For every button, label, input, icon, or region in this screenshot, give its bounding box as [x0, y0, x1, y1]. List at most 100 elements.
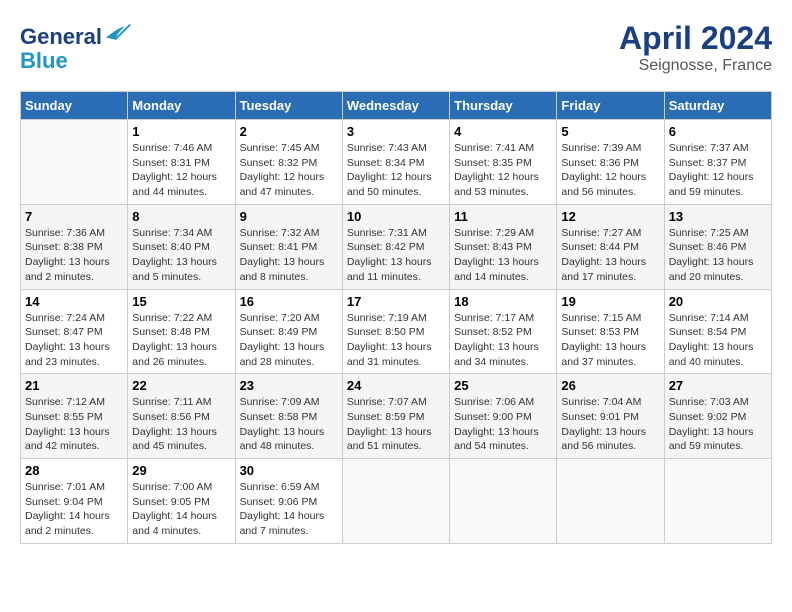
day-info: Sunrise: 7:34 AMSunset: 8:40 PMDaylight:…: [132, 226, 230, 285]
day-number: 7: [25, 209, 123, 224]
calendar-cell: 18 Sunrise: 7:17 AMSunset: 8:52 PMDayligh…: [450, 289, 557, 374]
day-number: 30: [240, 463, 338, 478]
calendar-cell: 20Sunrise: 7:14 AMSunset: 8:54 PMDayligh…: [664, 289, 771, 374]
month-year-title: April 2024: [619, 20, 772, 57]
calendar-cell: 6 Sunrise: 7:37 AMSunset: 8:37 PMDaylight…: [664, 120, 771, 205]
calendar-cell: 23Sunrise: 7:09 AMSunset: 8:58 PMDayligh…: [235, 374, 342, 459]
calendar-cell: 27 Sunrise: 7:03 AMSunset: 9:02 PMDayligh…: [664, 374, 771, 459]
calendar-cell: 24Sunrise: 7:07 AMSunset: 8:59 PMDayligh…: [342, 374, 449, 459]
day-number: 27: [669, 378, 767, 393]
day-number: 14: [25, 294, 123, 309]
day-number: 13: [669, 209, 767, 224]
day-number: 23: [240, 378, 338, 393]
day-info: Sunrise: 7:14 AMSunset: 8:54 PMDaylight:…: [669, 311, 767, 370]
day-number: 11: [454, 209, 552, 224]
day-info: Sunrise: 7:03 AMSunset: 9:02 PMDaylight:…: [669, 395, 767, 454]
logo-blue-text: Blue: [20, 49, 132, 73]
day-info: Sunrise: 7:32 AMSunset: 8:41 PMDaylight:…: [240, 226, 338, 285]
calendar-cell: 8 Sunrise: 7:34 AMSunset: 8:40 PMDaylight…: [128, 204, 235, 289]
day-header-wednesday: Wednesday: [342, 92, 449, 120]
title-block: April 2024 Seignosse, France: [619, 20, 772, 75]
location-subtitle: Seignosse, France: [619, 57, 772, 75]
calendar-header: SundayMondayTuesdayWednesdayThursdayFrid…: [21, 92, 772, 120]
day-number: 21: [25, 378, 123, 393]
calendar-cell: 16 Sunrise: 7:20 AMSunset: 8:49 PMDayligh…: [235, 289, 342, 374]
day-info: Sunrise: 7:37 AMSunset: 8:37 PMDaylight:…: [669, 141, 767, 200]
day-number: 8: [132, 209, 230, 224]
day-info: Sunrise: 7:46 AMSunset: 8:31 PMDaylight:…: [132, 141, 230, 200]
calendar-cell: [664, 459, 771, 544]
day-info: Sunrise: 6:59 AMSunset: 9:06 PMDaylight:…: [240, 480, 338, 539]
day-info: Sunrise: 7:24 AMSunset: 8:47 PMDaylight:…: [25, 311, 123, 370]
logo-bird-icon: [104, 20, 132, 44]
calendar-week-row: 1Sunrise: 7:46 AMSunset: 8:31 PMDaylight…: [21, 120, 772, 205]
calendar-cell: 14 Sunrise: 7:24 AMSunset: 8:47 PMDayligh…: [21, 289, 128, 374]
calendar-week-row: 7 Sunrise: 7:36 AMSunset: 8:38 PMDaylight…: [21, 204, 772, 289]
day-header-thursday: Thursday: [450, 92, 557, 120]
calendar-cell: 7 Sunrise: 7:36 AMSunset: 8:38 PMDaylight…: [21, 204, 128, 289]
calendar-cell: 11 Sunrise: 7:29 AMSunset: 8:43 PMDayligh…: [450, 204, 557, 289]
calendar-cell: 13 Sunrise: 7:25 AMSunset: 8:46 PMDayligh…: [664, 204, 771, 289]
calendar-cell: 5Sunrise: 7:39 AMSunset: 8:36 PMDaylight…: [557, 120, 664, 205]
day-info: Sunrise: 7:25 AMSunset: 8:46 PMDaylight:…: [669, 226, 767, 285]
calendar-cell: [557, 459, 664, 544]
day-number: 10: [347, 209, 445, 224]
calendar-cell: 15 Sunrise: 7:22 AMSunset: 8:48 PMDayligh…: [128, 289, 235, 374]
day-info: Sunrise: 7:43 AMSunset: 8:34 PMDaylight:…: [347, 141, 445, 200]
calendar-cell: 1Sunrise: 7:46 AMSunset: 8:31 PMDaylight…: [128, 120, 235, 205]
calendar-body: 1Sunrise: 7:46 AMSunset: 8:31 PMDaylight…: [21, 120, 772, 544]
day-number: 28: [25, 463, 123, 478]
day-number: 6: [669, 124, 767, 139]
day-info: Sunrise: 7:01 AMSunset: 9:04 PMDaylight:…: [25, 480, 123, 539]
calendar-cell: [21, 120, 128, 205]
day-info: Sunrise: 7:04 AMSunset: 9:01 PMDaylight:…: [561, 395, 659, 454]
day-number: 18: [454, 294, 552, 309]
calendar-cell: [450, 459, 557, 544]
logo-text: General: [20, 20, 132, 49]
day-number: 17: [347, 294, 445, 309]
calendar-week-row: 14 Sunrise: 7:24 AMSunset: 8:47 PMDayligh…: [21, 289, 772, 374]
day-info: Sunrise: 7:41 AMSunset: 8:35 PMDaylight:…: [454, 141, 552, 200]
calendar-cell: 10Sunrise: 7:31 AMSunset: 8:42 PMDayligh…: [342, 204, 449, 289]
day-info: Sunrise: 7:00 AMSunset: 9:05 PMDaylight:…: [132, 480, 230, 539]
day-header-tuesday: Tuesday: [235, 92, 342, 120]
day-number: 3: [347, 124, 445, 139]
calendar-cell: 3 Sunrise: 7:43 AMSunset: 8:34 PMDaylight…: [342, 120, 449, 205]
day-info: Sunrise: 7:07 AMSunset: 8:59 PMDaylight:…: [347, 395, 445, 454]
day-info: Sunrise: 7:45 AMSunset: 8:32 PMDaylight:…: [240, 141, 338, 200]
calendar-cell: [342, 459, 449, 544]
calendar-cell: 29 Sunrise: 7:00 AMSunset: 9:05 PMDayligh…: [128, 459, 235, 544]
calendar-cell: 4Sunrise: 7:41 AMSunset: 8:35 PMDaylight…: [450, 120, 557, 205]
day-header-sunday: Sunday: [21, 92, 128, 120]
calendar-cell: 19 Sunrise: 7:15 AMSunset: 8:53 PMDayligh…: [557, 289, 664, 374]
page-header: General Blue April 2024 Seignosse, Franc…: [20, 20, 772, 75]
day-number: 2: [240, 124, 338, 139]
day-number: 12: [561, 209, 659, 224]
day-number: 19: [561, 294, 659, 309]
day-number: 9: [240, 209, 338, 224]
day-info: Sunrise: 7:20 AMSunset: 8:49 PMDaylight:…: [240, 311, 338, 370]
day-number: 15: [132, 294, 230, 309]
logo: General Blue: [20, 20, 132, 73]
calendar-cell: 25Sunrise: 7:06 AMSunset: 9:00 PMDayligh…: [450, 374, 557, 459]
day-info: Sunrise: 7:06 AMSunset: 9:00 PMDaylight:…: [454, 395, 552, 454]
calendar-cell: 9 Sunrise: 7:32 AMSunset: 8:41 PMDaylight…: [235, 204, 342, 289]
calendar-week-row: 28 Sunrise: 7:01 AMSunset: 9:04 PMDayligh…: [21, 459, 772, 544]
day-number: 5: [561, 124, 659, 139]
calendar-table: SundayMondayTuesdayWednesdayThursdayFrid…: [20, 91, 772, 544]
day-info: Sunrise: 7:19 AMSunset: 8:50 PMDaylight:…: [347, 311, 445, 370]
day-info: Sunrise: 7:22 AMSunset: 8:48 PMDaylight:…: [132, 311, 230, 370]
calendar-cell: 30 Sunrise: 6:59 AMSunset: 9:06 PMDayligh…: [235, 459, 342, 544]
calendar-cell: 21Sunrise: 7:12 AMSunset: 8:55 PMDayligh…: [21, 374, 128, 459]
day-header-saturday: Saturday: [664, 92, 771, 120]
day-info: Sunrise: 7:17 AMSunset: 8:52 PMDaylight:…: [454, 311, 552, 370]
day-info: Sunrise: 7:15 AMSunset: 8:53 PMDaylight:…: [561, 311, 659, 370]
calendar-cell: 2 Sunrise: 7:45 AMSunset: 8:32 PMDaylight…: [235, 120, 342, 205]
day-info: Sunrise: 7:36 AMSunset: 8:38 PMDaylight:…: [25, 226, 123, 285]
day-header-friday: Friday: [557, 92, 664, 120]
day-number: 29: [132, 463, 230, 478]
calendar-cell: 22Sunrise: 7:11 AMSunset: 8:56 PMDayligh…: [128, 374, 235, 459]
day-info: Sunrise: 7:29 AMSunset: 8:43 PMDaylight:…: [454, 226, 552, 285]
day-number: 16: [240, 294, 338, 309]
day-header-monday: Monday: [128, 92, 235, 120]
